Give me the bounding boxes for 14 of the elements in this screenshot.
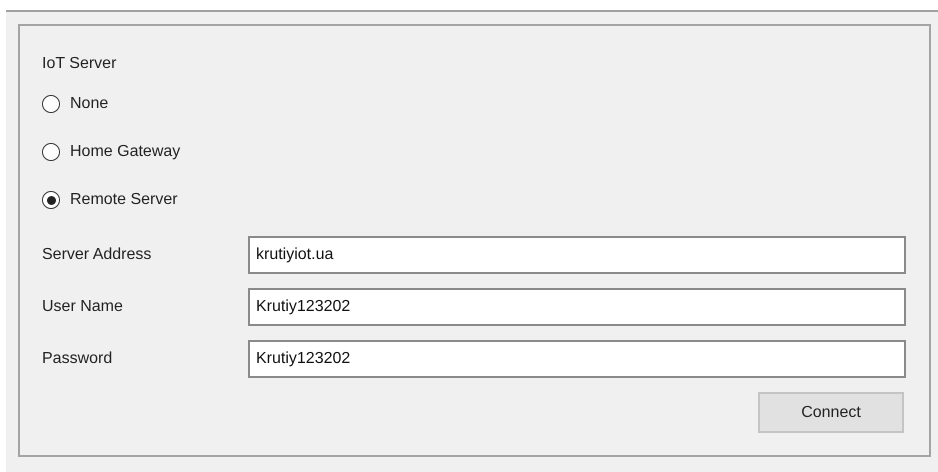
radio-label[interactable]: Home Gateway [70, 143, 180, 161]
field-label: Server Address [42, 246, 152, 264]
radio-label[interactable]: Remote Server [70, 191, 178, 209]
radio-button[interactable] [42, 191, 60, 209]
group-title: IoT Server [42, 54, 118, 74]
field-label: Password [42, 350, 114, 368]
radio-button[interactable] [42, 95, 60, 113]
radio-button[interactable] [42, 143, 60, 161]
radio-label[interactable]: None [70, 95, 108, 113]
text-field[interactable]: Krutiy123202 [248, 288, 906, 326]
connect-button[interactable]: Connect [758, 392, 904, 433]
text-field[interactable]: krutiyiot.ua [248, 236, 906, 274]
text-field[interactable]: Krutiy123202 [248, 340, 906, 378]
field-label: User Name [42, 298, 124, 316]
